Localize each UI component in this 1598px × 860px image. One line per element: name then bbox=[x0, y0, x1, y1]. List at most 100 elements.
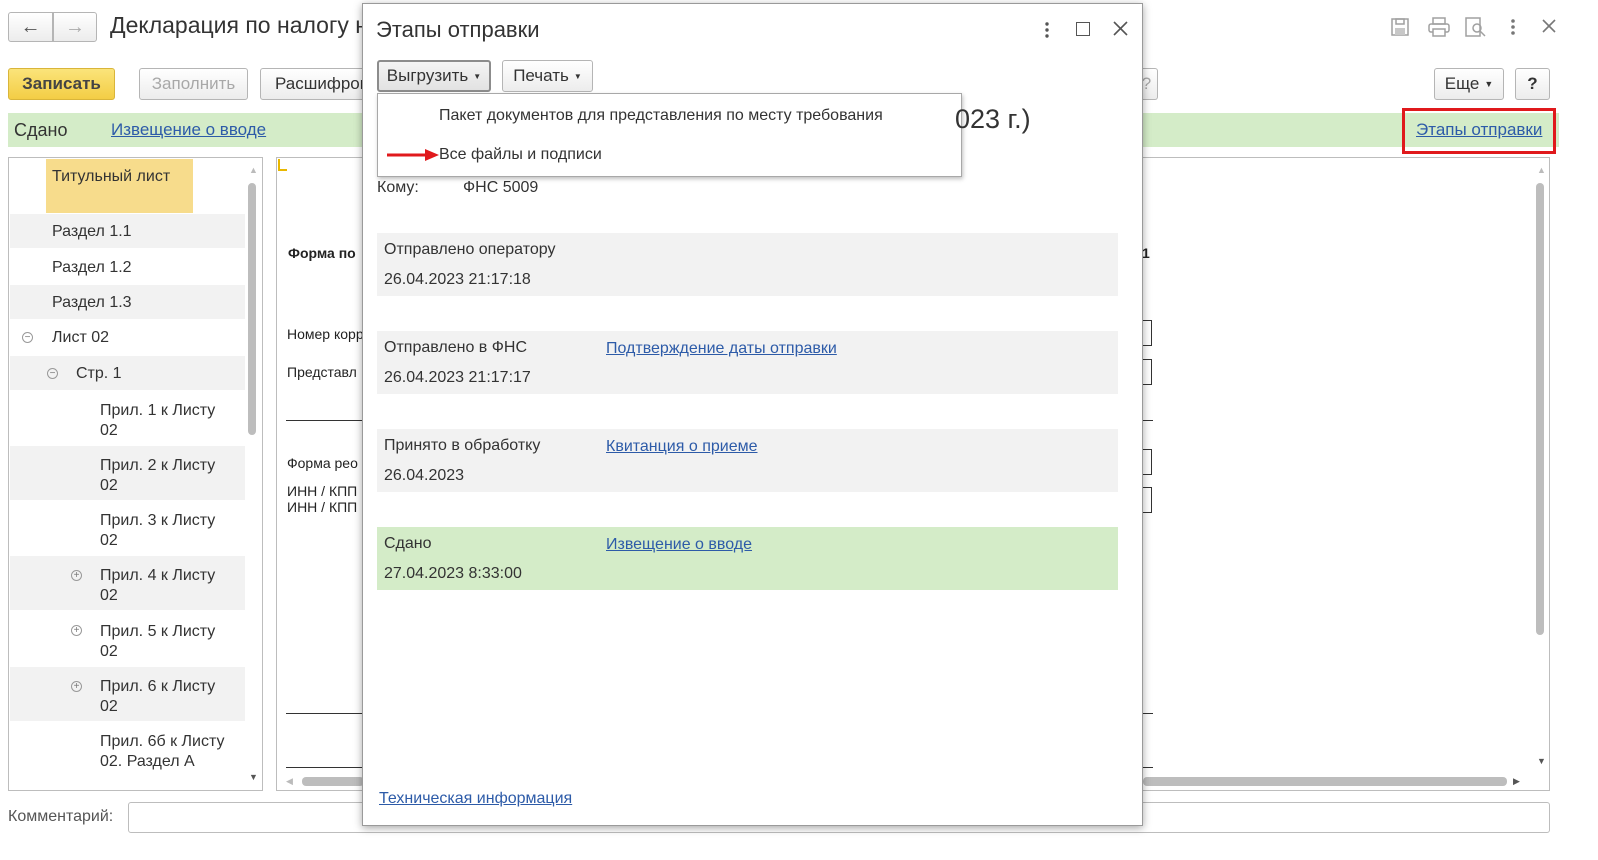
expand-icon[interactable]: + bbox=[71, 570, 82, 581]
collapse-icon[interactable]: − bbox=[47, 368, 58, 379]
arrow-left-icon: ← bbox=[20, 15, 41, 38]
presented-label: Представл bbox=[287, 364, 357, 380]
form-divider bbox=[1143, 713, 1153, 714]
more-button[interactable]: Еще ▼ bbox=[1434, 68, 1504, 100]
stage-sent-to-fns: Отправлено в ФНС Подтверждение даты отпр… bbox=[377, 331, 1118, 394]
sidebar-item-label: Раздел 1.3 bbox=[52, 294, 132, 311]
page-title: Декларация по налогу н bbox=[110, 12, 368, 38]
dialog-title: Этапы отправки bbox=[376, 17, 540, 42]
save-icon[interactable] bbox=[1390, 17, 1410, 37]
arrow-right-icon: → bbox=[65, 15, 85, 38]
stage-date: 26.04.2023 21:17:18 bbox=[384, 271, 531, 288]
scroll-up-arrow-icon[interactable]: ▲ bbox=[1537, 165, 1546, 175]
menu-item-package[interactable]: Пакет документов для представления по ме… bbox=[439, 107, 883, 125]
preview-hscrollbar[interactable] bbox=[302, 777, 364, 786]
form-divider bbox=[286, 767, 364, 768]
sidebar-item-label: Прил. 4 к Листу 02 bbox=[100, 567, 216, 604]
chevron-down-icon: ▼ bbox=[473, 71, 482, 81]
sidebar-item-sheet-02[interactable] bbox=[10, 320, 245, 355]
to-label: Кому: bbox=[377, 179, 419, 196]
sidebar-item-label: Прил. 5 к Листу 02 bbox=[100, 623, 216, 660]
maximize-icon[interactable] bbox=[1076, 22, 1090, 36]
stage-label: Принято в обработку bbox=[384, 437, 541, 454]
preview-hscrollbar-track[interactable] bbox=[1143, 777, 1507, 786]
form-title: Форма по bbox=[288, 245, 356, 261]
print-icon[interactable] bbox=[1428, 17, 1450, 37]
help-button[interactable]: ? bbox=[1515, 68, 1550, 100]
sidebar-item-label: Стр. 1 bbox=[76, 365, 122, 382]
notice-link[interactable]: Извещение о вводе bbox=[606, 536, 752, 554]
back-button[interactable]: ← bbox=[8, 12, 53, 42]
form-divider bbox=[1143, 420, 1153, 421]
form-divider bbox=[286, 713, 364, 714]
inn-kpp-label: ИНН / КПП bbox=[287, 483, 358, 499]
sidebar-item-label: Прил. 1 к Листу 02 bbox=[100, 402, 216, 439]
stages-link[interactable]: Этапы отправки bbox=[1416, 120, 1542, 140]
decode-button[interactable]: Расшифров bbox=[260, 68, 375, 100]
menu-item-all-files[interactable]: Все файлы и подписи bbox=[439, 146, 602, 164]
receipt-link[interactable]: Квитанция о приеме bbox=[606, 438, 758, 456]
kebab-menu-icon[interactable] bbox=[1044, 21, 1050, 39]
print-button[interactable]: Печать ▼ bbox=[502, 60, 593, 92]
sidebar-item-label: Раздел 1.2 bbox=[52, 259, 132, 276]
corr-number-label: Номер корр bbox=[287, 326, 364, 342]
chevron-down-icon: ▼ bbox=[573, 71, 582, 81]
stage-submitted: Сдано Извещение о вводе 27.04.2023 8:33:… bbox=[377, 527, 1118, 590]
expand-icon[interactable]: + bbox=[71, 625, 82, 636]
send-date-confirmation-link[interactable]: Подтверждение даты отправки bbox=[606, 340, 837, 358]
sidebar-item-label: Прил. 2 к Листу 02 bbox=[100, 457, 216, 494]
form-divider bbox=[286, 420, 364, 421]
form-divider bbox=[1143, 767, 1153, 768]
upload-button[interactable]: Выгрузить ▼ bbox=[377, 60, 491, 92]
sidebar-item-label: Титульный лист bbox=[52, 168, 171, 185]
scroll-right-arrow-icon[interactable]: ▶ bbox=[1513, 776, 1520, 787]
sidebar-item-label: Прил. 6б к Листу 02. Раздел А bbox=[100, 733, 225, 770]
scroll-left-arrow-icon[interactable]: ◀ bbox=[286, 776, 293, 787]
stage-label: Отправлено в ФНС bbox=[384, 339, 527, 356]
form-field bbox=[1142, 320, 1152, 346]
print-button-label: Печать bbox=[513, 66, 569, 85]
sidebar-item-page-1[interactable] bbox=[10, 356, 245, 390]
sidebar-item-label: Раздел 1.1 bbox=[52, 223, 132, 240]
more-label: Еще bbox=[1444, 74, 1480, 93]
form-right-digit: 1 bbox=[1142, 245, 1150, 261]
upload-button-label: Выгрузить bbox=[386, 66, 469, 85]
background-heading: 023 г.) bbox=[955, 104, 1031, 134]
red-arrow-icon bbox=[387, 148, 439, 161]
collapse-icon[interactable]: − bbox=[22, 332, 33, 343]
kebab-menu-icon[interactable] bbox=[1510, 17, 1516, 37]
preview-icon[interactable] bbox=[1465, 17, 1487, 37]
stage-label: Сдано bbox=[384, 535, 432, 552]
reorg-form-label: Форма рео bbox=[287, 455, 358, 471]
stage-date: 26.04.2023 21:17:17 bbox=[384, 369, 531, 386]
comment-label: Комментарий: bbox=[8, 808, 114, 825]
upload-dropdown-menu: Пакет документов для представления по ме… bbox=[377, 93, 962, 177]
stage-accepted: Принято в обработку Квитанция о приеме 2… bbox=[377, 429, 1118, 492]
forward-button[interactable]: → bbox=[53, 12, 97, 42]
inn-kpp-label: ИНН / КПП bbox=[287, 499, 358, 515]
sidebar-item-label: Прил. 6 к Листу 02 bbox=[100, 678, 216, 715]
fill-button[interactable]: Заполнить bbox=[139, 68, 248, 100]
sidebar-item-label: Прил. 3 к Листу 02 bbox=[100, 512, 216, 549]
stage-date: 26.04.2023 bbox=[384, 467, 465, 484]
chevron-down-icon: ▼ bbox=[1484, 79, 1494, 89]
save-button[interactable]: Записать bbox=[8, 68, 115, 100]
status-text: Сдано bbox=[14, 120, 68, 140]
to-value: ФНС 5009 bbox=[463, 179, 539, 196]
form-corner-marker bbox=[278, 159, 287, 171]
close-icon[interactable] bbox=[1113, 21, 1128, 36]
stage-label: Отправлено оператору bbox=[384, 241, 556, 258]
scroll-down-arrow-icon[interactable]: ▼ bbox=[249, 772, 258, 782]
stage-sent-to-operator: Отправлено оператору 26.04.2023 21:17:18 bbox=[377, 233, 1118, 296]
form-field bbox=[1142, 359, 1152, 385]
scroll-down-arrow-icon[interactable]: ▼ bbox=[1537, 756, 1546, 766]
notice-link[interactable]: Извещение о вводе bbox=[111, 120, 266, 140]
preview-vscrollbar[interactable] bbox=[1536, 183, 1544, 635]
sidebar-scrollbar[interactable] bbox=[248, 183, 256, 435]
tech-info-link[interactable]: Техническая информация bbox=[379, 790, 572, 808]
close-icon[interactable] bbox=[1541, 18, 1557, 34]
scroll-up-arrow-icon[interactable]: ▲ bbox=[249, 165, 258, 175]
form-field bbox=[1142, 487, 1152, 513]
form-field bbox=[1142, 449, 1152, 475]
expand-icon[interactable]: + bbox=[71, 681, 82, 692]
